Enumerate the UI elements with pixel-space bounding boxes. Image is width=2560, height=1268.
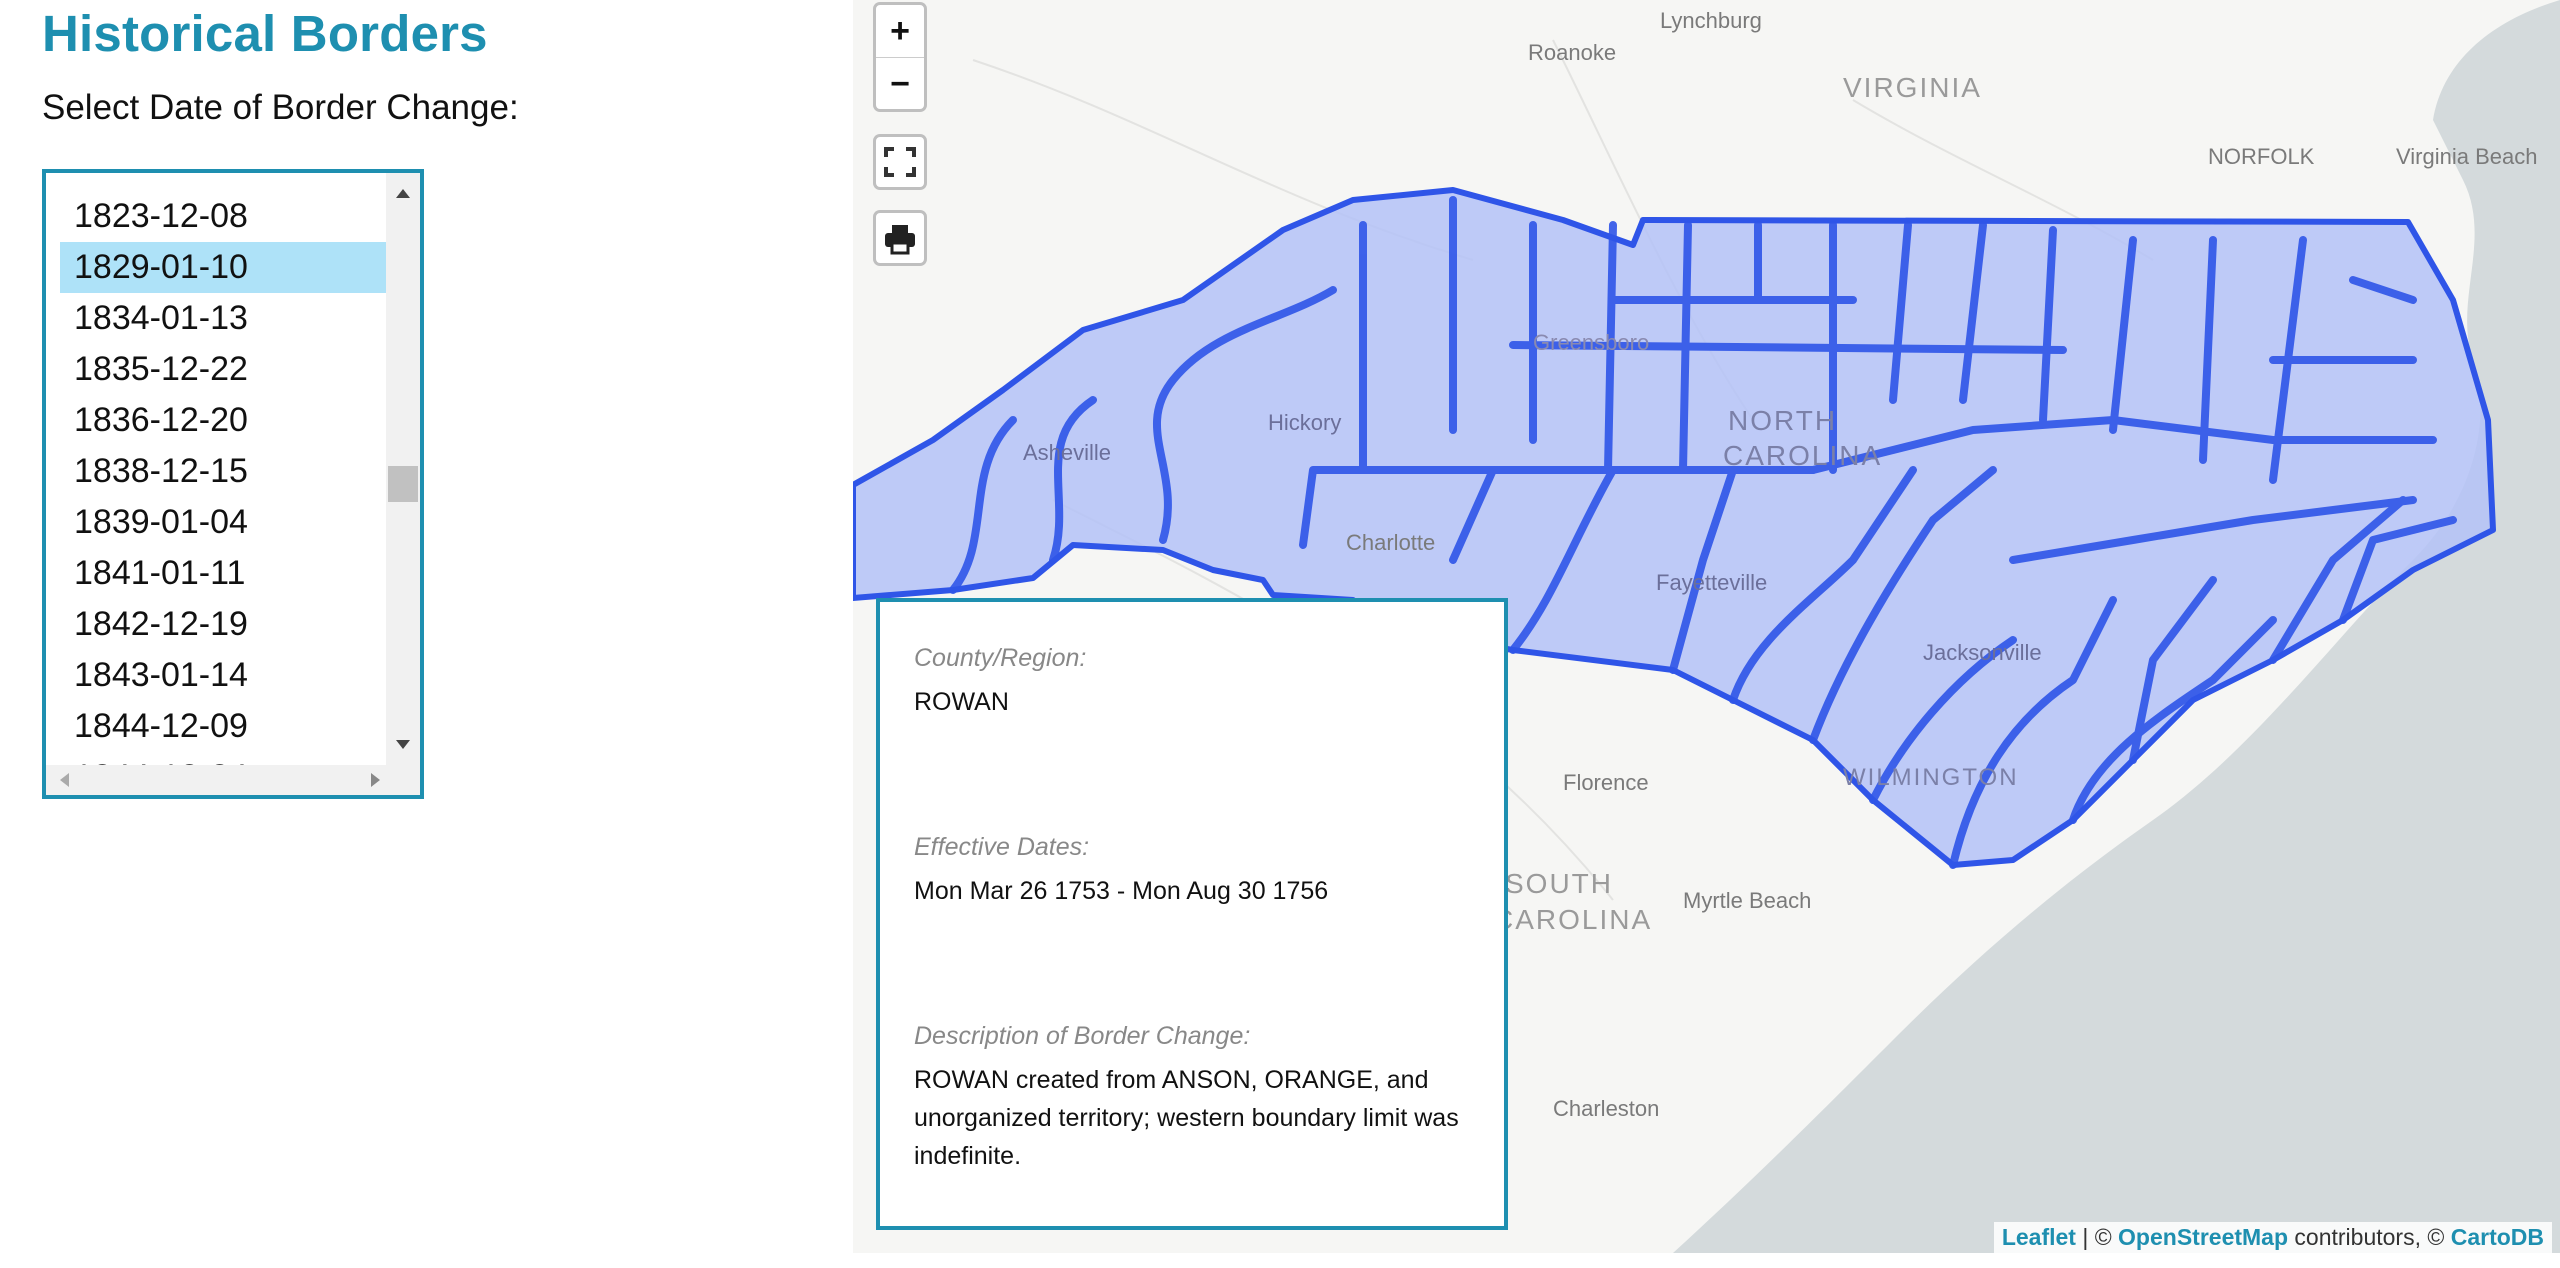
- osm-link[interactable]: OpenStreetMap: [2118, 1224, 2288, 1250]
- place-label-wilmington: WILMINGTON: [1843, 764, 2019, 791]
- place-label-lynchburg: Lynchburg: [1660, 8, 1762, 33]
- map-attribution: Leaflet | © OpenStreetMap contributors, …: [1993, 1222, 2552, 1253]
- scrollbar-corner: [386, 765, 420, 795]
- date-option[interactable]: 1835-12-22: [60, 344, 386, 395]
- scroll-up-icon[interactable]: [396, 189, 410, 198]
- fullscreen-icon: [884, 147, 916, 177]
- place-label-charleston: Charleston: [1553, 1096, 1660, 1121]
- state-label-north: NORTH: [1728, 405, 1838, 436]
- state-label-south: SOUTH: [1505, 868, 1613, 899]
- place-label-jacksonville: Jacksonville: [1923, 640, 2042, 665]
- place-label-florence: Florence: [1563, 770, 1649, 795]
- vertical-scrollbar[interactable]: [386, 173, 420, 765]
- date-option[interactable]: 1838-12-15: [60, 446, 386, 497]
- print-button[interactable]: [873, 210, 927, 266]
- scroll-left-icon[interactable]: [60, 773, 69, 787]
- zoom-out-button[interactable]: −: [876, 58, 924, 109]
- date-option[interactable]: 1836-12-20: [60, 395, 386, 446]
- place-label-fayetteville: Fayetteville: [1656, 570, 1768, 595]
- date-list[interactable]: 1823-12-08 1829-01-10 1834-01-13 1835-12-22…: [46, 173, 394, 765]
- date-option[interactable]: 1842-12-19: [60, 599, 386, 650]
- state-label-carolina: CAROLINA: [1723, 440, 1883, 471]
- date-option[interactable]: 1844-12-09: [60, 701, 386, 752]
- place-label-roanoke: Roanoke: [1528, 40, 1617, 65]
- county-value: ROWAN: [914, 688, 1009, 716]
- cartodb-link[interactable]: CartoDB: [2451, 1224, 2544, 1250]
- place-label-myrtle-beach: Myrtle Beach: [1683, 888, 1812, 913]
- scroll-down-icon[interactable]: [396, 740, 410, 749]
- zoom-control: + −: [873, 2, 927, 112]
- date-option[interactable]: 1829-01-10: [60, 242, 386, 293]
- date-listbox[interactable]: 1823-12-08 1829-01-10 1834-01-13 1835-12-22…: [42, 169, 424, 799]
- place-label-norfolk: NORFOLK: [2208, 144, 2315, 169]
- date-option[interactable]: 1844-12-24: [60, 752, 386, 765]
- page-title: Historical Borders: [42, 5, 488, 62]
- dates-label: Effective Dates:: [914, 833, 1090, 861]
- state-label-carolina-south: CAROLINA: [1493, 904, 1653, 935]
- date-option[interactable]: 1834-01-13: [60, 293, 386, 344]
- attribution-contrib: contributors, ©: [2288, 1224, 2451, 1250]
- fullscreen-button[interactable]: [873, 134, 927, 190]
- county-label: County/Region:: [914, 644, 1087, 672]
- zoom-in-button[interactable]: +: [876, 5, 924, 58]
- scrollbar-thumb[interactable]: [388, 466, 418, 502]
- place-label-asheville: Asheville: [1023, 440, 1112, 465]
- place-label-hickory: Hickory: [1268, 410, 1342, 435]
- state-label-virginia: VIRGINIA: [1843, 72, 1982, 103]
- attribution-sep: | ©: [2075, 1224, 2119, 1250]
- date-option[interactable]: 1823-12-08: [60, 191, 386, 242]
- place-label-greensboro: Greensboro: [1533, 330, 1650, 355]
- print-icon: [885, 225, 915, 255]
- dates-value: Mon Mar 26 1753 - Mon Aug 30 1756: [914, 877, 1329, 905]
- date-option[interactable]: 1839-01-04: [60, 497, 386, 548]
- scroll-right-icon[interactable]: [371, 773, 380, 787]
- description-label: Description of Border Change:: [914, 1022, 1251, 1050]
- leaflet-link[interactable]: Leaflet: [2002, 1224, 2076, 1250]
- date-select-label: Select Date of Border Change:: [42, 88, 519, 127]
- description-value: ROWAN created from ANSON, ORANGE, and un…: [914, 1066, 1459, 1170]
- date-option[interactable]: 1841-01-11: [60, 548, 386, 599]
- date-option[interactable]: 1843-01-14: [60, 650, 386, 701]
- place-label-charlotte: Charlotte: [1346, 530, 1436, 555]
- county-info-panel: County/Region: ROWAN Effective Dates: Mo…: [876, 598, 1508, 1230]
- place-label-virginia-beach: Virginia Beach: [2396, 144, 2538, 169]
- horizontal-scrollbar[interactable]: [46, 765, 394, 795]
